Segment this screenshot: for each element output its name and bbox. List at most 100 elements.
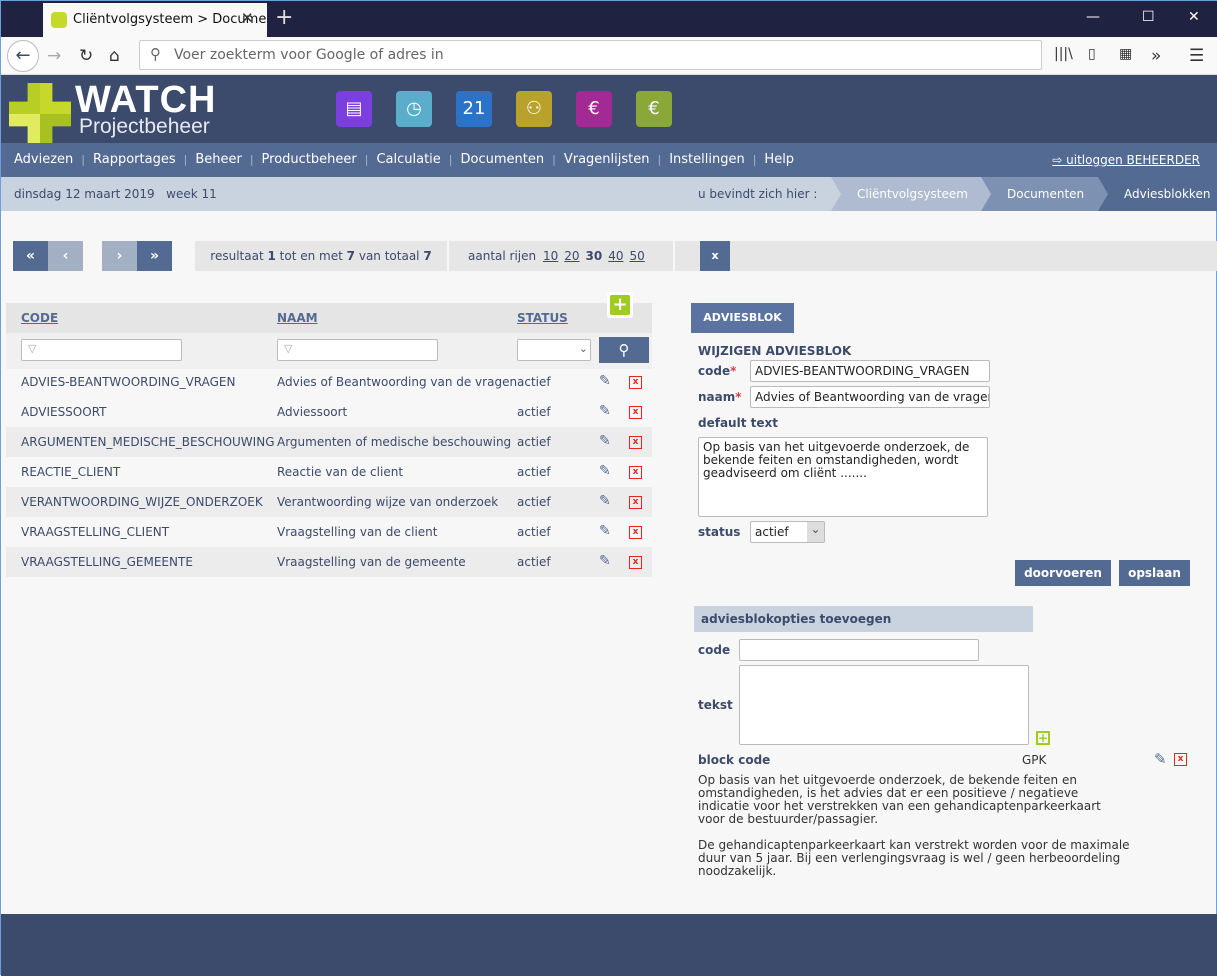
forward-icon[interactable]: → xyxy=(47,46,61,66)
rows-option[interactable]: 30 xyxy=(586,249,603,263)
delete-icon[interactable]: x xyxy=(629,496,642,509)
status-select[interactable]: actief ⌄ xyxy=(750,521,825,543)
delete-icon[interactable]: x xyxy=(1174,753,1187,766)
option-code-input[interactable] xyxy=(739,639,979,661)
pagination-bar: « ‹ › » resultaat 1 tot en met 7 van tot… xyxy=(6,241,1217,271)
nav-item[interactable]: Vragenlijsten xyxy=(564,152,650,167)
edit-icon[interactable]: ✎ xyxy=(599,463,611,479)
add-button[interactable]: + xyxy=(607,292,633,318)
table-row[interactable]: ADVIES-BEANTWOORDING_VRAGEN Advies of Bea… xyxy=(6,367,652,397)
save-button[interactable]: opslaan xyxy=(1119,560,1190,586)
cell-status: actief xyxy=(517,435,551,449)
nav-item[interactable]: Help xyxy=(764,152,794,167)
naam-input[interactable]: Advies of Beantwoording van de vragen xyxy=(750,386,990,408)
menu-icon[interactable]: ☰ xyxy=(1189,46,1204,66)
filter-row: ▽ ▽ ⌄ ⚲ xyxy=(6,333,652,369)
rows-option[interactable]: 40 xyxy=(608,249,623,263)
default-text-textarea[interactable]: Op basis van het uitgevoerde onderzoek, … xyxy=(698,437,988,517)
code-filter-input[interactable]: ▽ xyxy=(21,339,182,361)
qr-icon[interactable]: ▦ xyxy=(1119,46,1132,62)
breadcrumb-item[interactable]: Cliëntvolgsysteem xyxy=(831,177,991,211)
delete-icon[interactable]: x xyxy=(629,406,642,419)
table-row[interactable]: VRAAGSTELLING_GEMEENTE Vraagstelling van … xyxy=(6,547,652,577)
browser-tab[interactable]: Cliëntvolgsysteem > Documenten xyxy=(43,3,267,37)
excel-export-icon[interactable]: x xyxy=(700,241,730,271)
maximize-icon[interactable]: ☐ xyxy=(1142,9,1155,25)
add-option-icon[interactable]: + xyxy=(1036,731,1050,745)
rows-option[interactable]: 20 xyxy=(564,249,579,263)
delete-icon[interactable]: x xyxy=(629,436,642,449)
nav-item[interactable]: Adviezen xyxy=(14,152,73,167)
logout-link[interactable]: ⇨ uitloggen BEHEERDER xyxy=(1052,153,1200,167)
close-tab-icon[interactable]: ✕ xyxy=(241,9,254,27)
delete-icon[interactable]: x xyxy=(629,466,642,479)
library-icon[interactable]: |||\ xyxy=(1054,46,1073,62)
home-icon[interactable]: ⌂ xyxy=(109,46,120,66)
naam-filter-input[interactable]: ▽ xyxy=(277,339,438,361)
delete-icon[interactable]: x xyxy=(629,526,642,539)
last-page-button[interactable]: » xyxy=(137,241,172,271)
url-bar[interactable]: ⚲ Voer zoekterm voor Google of adres in xyxy=(139,40,1042,70)
browser-toolbar: ← → ↻ ⌂ ⚲ Voer zoekterm voor Google of ad… xyxy=(1,37,1217,75)
rows-per-page: aantal rijen 10 20 30 40 50 xyxy=(449,241,673,271)
documents-icon[interactable]: ▤ xyxy=(336,91,372,127)
cell-code: ADVIESSOORT xyxy=(21,405,107,419)
sidebar-icon[interactable]: ▯ xyxy=(1088,46,1096,62)
table-row[interactable]: VERANTWOORDING_WIJZE_ONDERZOEK Verantwoor… xyxy=(6,487,652,517)
nav-item[interactable]: Instellingen xyxy=(669,152,745,167)
edit-icon[interactable]: ✎ xyxy=(599,553,611,569)
clock-icon[interactable]: ◷ xyxy=(396,91,432,127)
option-tekst-textarea[interactable] xyxy=(739,665,1029,745)
url-placeholder: Voer zoekterm voor Google of adres in xyxy=(174,47,444,63)
table-row[interactable]: REACTIE_CLIENT Reactie van de client actie… xyxy=(6,457,652,487)
calculator-euro-icon[interactable]: € xyxy=(636,91,672,127)
people-icon[interactable]: ⚇ xyxy=(516,91,552,127)
edit-icon[interactable]: ✎ xyxy=(599,373,611,389)
sort-status[interactable]: STATUS xyxy=(517,311,568,325)
edit-icon[interactable]: ✎ xyxy=(599,523,611,539)
delete-icon[interactable]: x xyxy=(629,376,642,389)
reload-icon[interactable]: ↻ xyxy=(79,46,93,66)
cell-status: actief xyxy=(517,555,551,569)
nav-item[interactable]: Beheer xyxy=(195,152,242,167)
apply-button[interactable]: doorvoeren xyxy=(1015,560,1111,586)
nav-separator: | xyxy=(448,153,453,166)
breadcrumb-item[interactable]: Adviesblokken xyxy=(1098,177,1217,211)
rows-option[interactable]: 50 xyxy=(629,249,644,263)
table-row[interactable]: ADVIESSOORT Adviessoort actief ✎ x xyxy=(6,397,652,427)
rows-option[interactable]: 10 xyxy=(543,249,558,263)
nav-item[interactable]: Documenten xyxy=(461,152,545,167)
nav-item[interactable]: Rapportages xyxy=(93,152,176,167)
edit-icon[interactable]: ✎ xyxy=(1154,750,1167,768)
first-page-button[interactable]: « xyxy=(13,241,48,271)
table-row[interactable]: ARGUMENTEN_MEDISCHE_BESCHOUWING Argumente… xyxy=(6,427,652,457)
invoice-euro-icon[interactable]: € xyxy=(576,91,612,127)
sort-naam[interactable]: NAAM xyxy=(277,311,318,325)
cell-code: ADVIES-BEANTWOORDING_VRAGEN xyxy=(21,375,236,389)
prev-page-button[interactable]: ‹ xyxy=(48,241,83,271)
edit-icon[interactable]: ✎ xyxy=(599,433,611,449)
minimize-icon[interactable]: — xyxy=(1086,9,1100,25)
breadcrumb-item[interactable]: Documenten xyxy=(981,177,1111,211)
nav-separator: | xyxy=(249,153,254,166)
next-page-button[interactable]: › xyxy=(102,241,137,271)
overflow-icon[interactable]: » xyxy=(1151,46,1161,66)
back-icon[interactable]: ← xyxy=(7,40,39,72)
calendar-icon[interactable]: 21 xyxy=(456,91,492,127)
code-input[interactable]: ADVIES-BEANTWOORDING_VRAGEN xyxy=(750,360,990,382)
tab-adviesblok[interactable]: ADVIESBLOK xyxy=(691,303,794,333)
sort-code[interactable]: CODE xyxy=(21,311,58,325)
search-button[interactable]: ⚲ xyxy=(599,337,649,363)
table-row[interactable]: VRAAGSTELLING_CLIENT Vraagstelling van de… xyxy=(6,517,652,547)
edit-icon[interactable]: ✎ xyxy=(599,403,611,419)
status-filter-select[interactable]: ⌄ xyxy=(517,339,591,361)
close-window-icon[interactable]: ✕ xyxy=(1188,9,1200,25)
new-tab-icon[interactable]: + xyxy=(275,5,293,30)
nav-item[interactable]: Calculatie xyxy=(376,152,440,167)
edit-icon[interactable]: ✎ xyxy=(599,493,611,509)
delete-icon[interactable]: x xyxy=(629,556,642,569)
cell-naam: Verantwoording wijze van onderzoek xyxy=(277,495,499,509)
nav-item[interactable]: Productbeheer xyxy=(262,152,357,167)
naam-label: naam* xyxy=(698,390,742,404)
options-title: adviesblokopties toevoegen xyxy=(694,606,1033,632)
